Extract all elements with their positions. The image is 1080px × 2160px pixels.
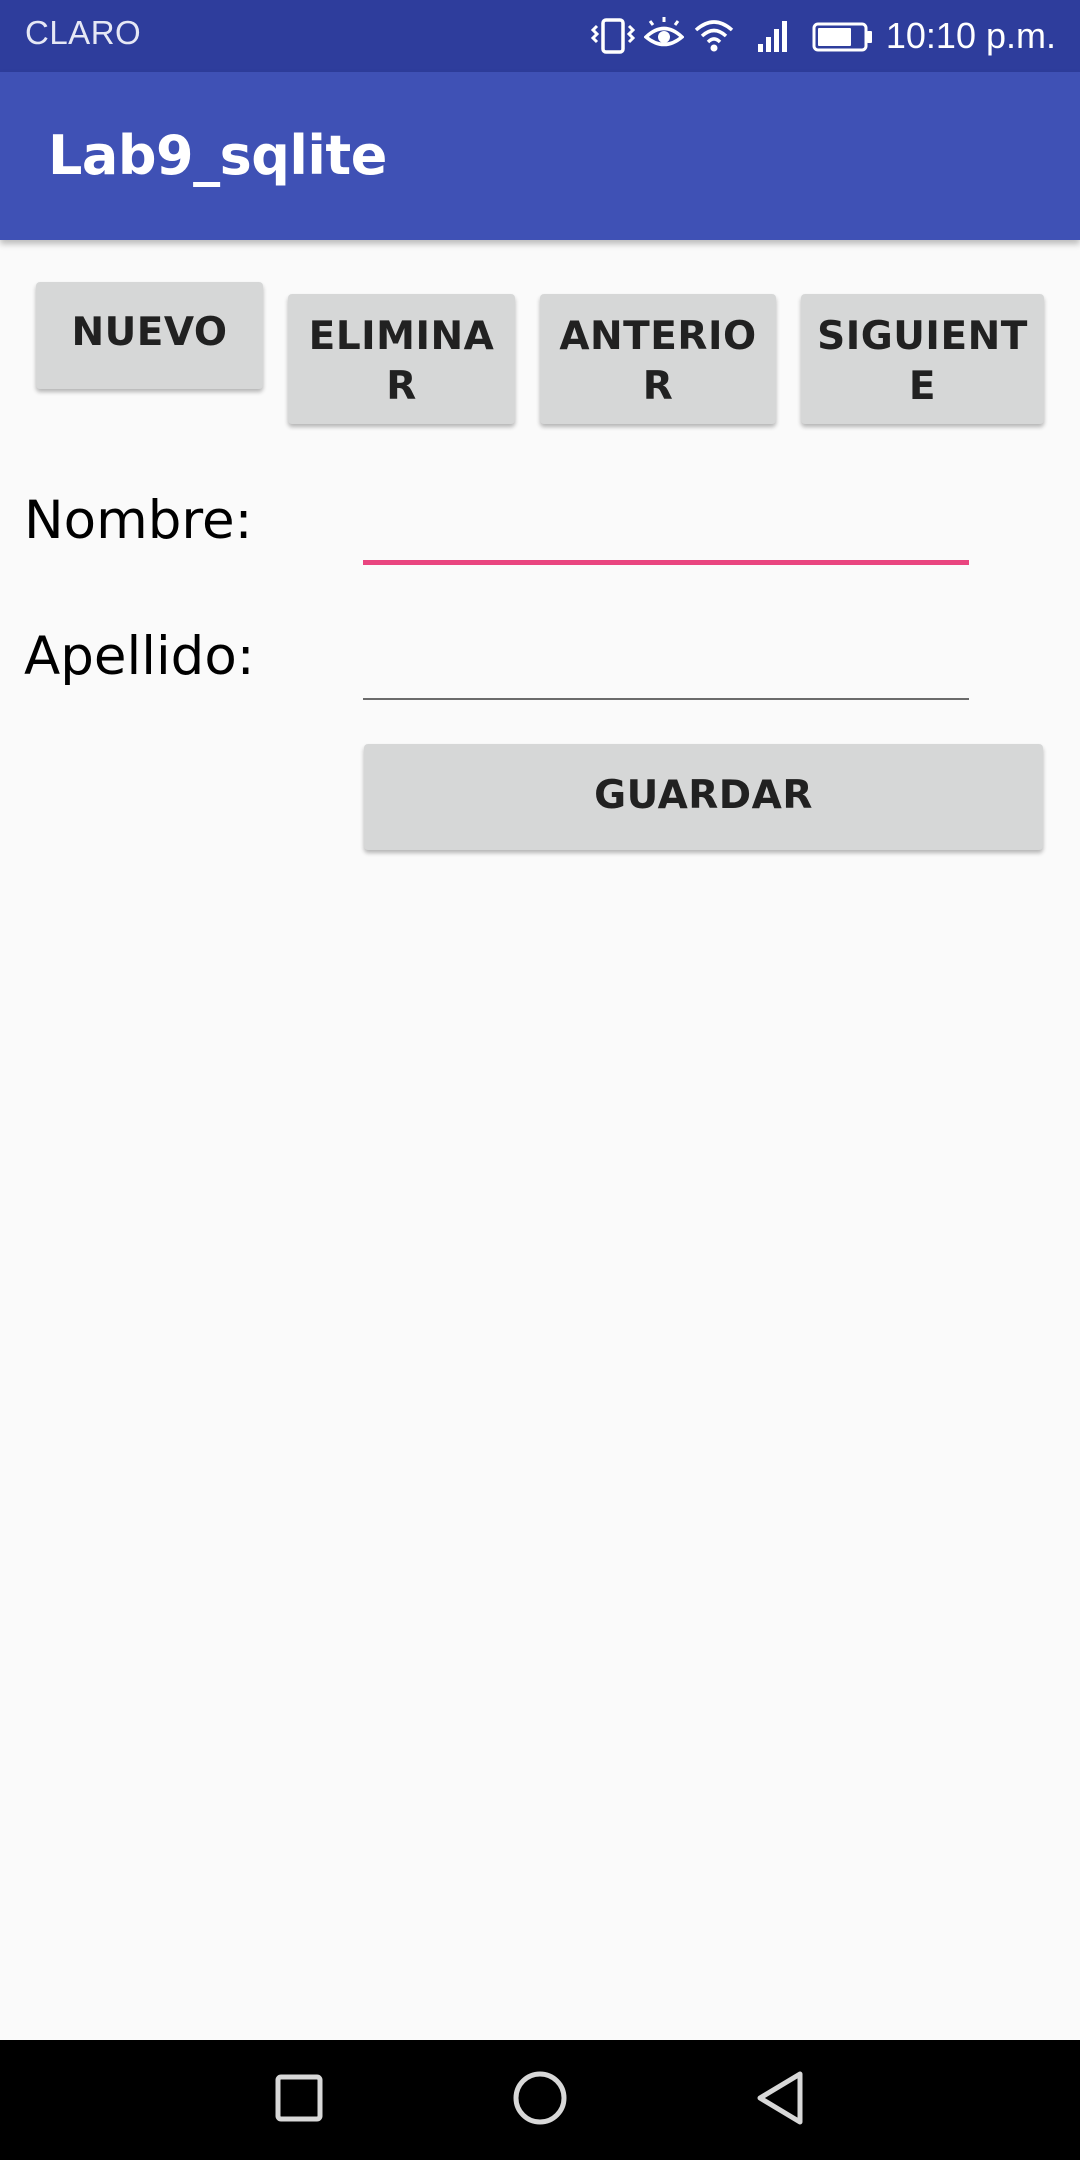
siguiente-button[interactable]: SIGUIENTE (801, 294, 1044, 424)
app-bar: Lab9_sqlite (0, 72, 1080, 240)
status-time: 10:10 p.m. (885, 15, 1056, 56)
navigation-bar (0, 2040, 1080, 2160)
app-title: Lab9_sqlite (48, 124, 387, 187)
eliminar-button[interactable]: ELIMINAR (288, 294, 515, 424)
status-bar: CLARO 10:10 p.m. (0, 0, 1080, 72)
back-icon (754, 2070, 806, 2130)
status-icons: 10:10 p.m. (590, 0, 1080, 72)
wifi-icon (694, 16, 734, 56)
anterior-button[interactable]: ANTERIOR (540, 294, 776, 424)
recents-icon (275, 2074, 323, 2126)
signal-icon (756, 16, 792, 56)
nombre-label: Nombre: (24, 490, 253, 551)
recents-button[interactable] (219, 2040, 379, 2160)
back-button[interactable] (700, 2040, 860, 2160)
home-button[interactable] (460, 2040, 620, 2160)
battery-icon (812, 16, 874, 56)
vibrate-icon (590, 16, 636, 56)
guardar-button[interactable]: GUARDAR (364, 744, 1043, 850)
home-icon (512, 2070, 568, 2130)
eye-icon (643, 16, 684, 56)
apellido-label: Apellido: (24, 626, 255, 687)
nombre-field[interactable] (363, 500, 969, 565)
nuevo-button[interactable]: NUEVO (36, 282, 263, 389)
carrier-name: CLARO (25, 14, 142, 51)
apellido-field[interactable] (363, 638, 969, 700)
